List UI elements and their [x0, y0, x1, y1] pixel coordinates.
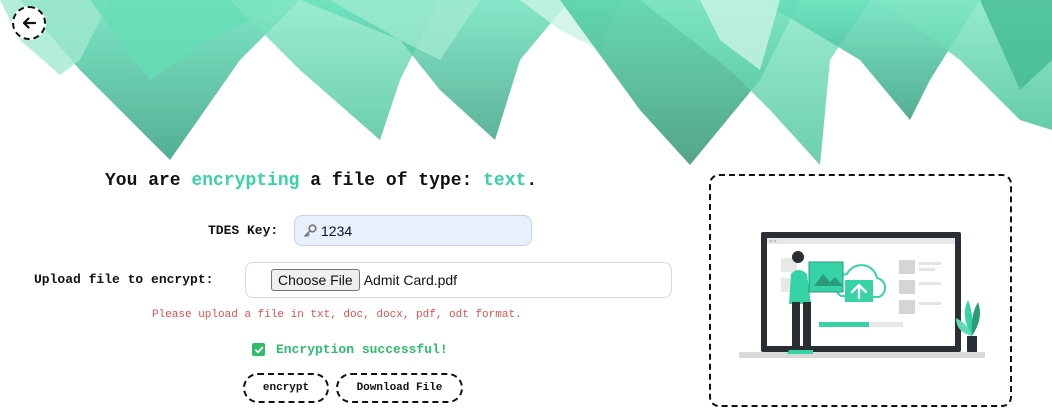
illustration-card	[709, 174, 1012, 407]
encrypt-button[interactable]: encrypt	[243, 373, 329, 403]
file-input-field[interactable]: Choose File Admit Card.pdf	[245, 262, 672, 298]
download-file-button[interactable]: Download File	[336, 373, 463, 403]
title-prefix: You are	[105, 171, 181, 191]
title-suffix: .	[526, 171, 538, 191]
key-input[interactable]	[321, 222, 511, 239]
status-message: Encryption successful!	[252, 342, 448, 357]
title-middle: a file of type:	[310, 171, 473, 191]
upload-label: Upload file to encrypt:	[34, 272, 214, 287]
choose-file-button[interactable]: Choose File	[271, 269, 360, 291]
key-field[interactable]	[294, 215, 532, 246]
format-hint: Please upload a file in txt, doc, docx, …	[152, 309, 522, 321]
polygon-banner	[0, 0, 1052, 165]
file-upload-illustration	[739, 232, 985, 358]
key-icon	[304, 223, 317, 237]
key-label: TDES Key:	[208, 223, 279, 238]
checkbox-checked-icon	[252, 343, 265, 356]
back-button[interactable]	[12, 6, 46, 40]
title-file-type: text	[483, 171, 527, 191]
status-text: Encryption successful!	[276, 342, 448, 357]
selected-file-name: Admit Card.pdf	[363, 272, 458, 288]
page-title: You are encrypting a file of type: text.	[105, 171, 537, 191]
arrow-left-icon	[22, 17, 37, 29]
title-action: encrypting	[191, 171, 300, 191]
